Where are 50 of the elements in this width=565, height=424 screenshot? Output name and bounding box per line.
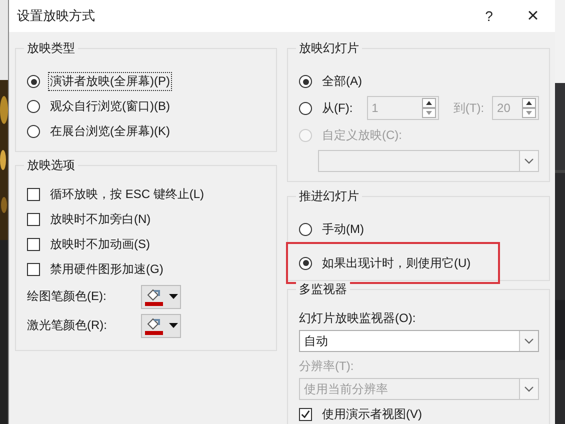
radio-label: 全部(A)	[321, 73, 363, 90]
radio-button[interactable]	[299, 223, 312, 236]
radio-label: 观众自行浏览(窗口)(B)	[49, 98, 171, 115]
checkbox[interactable]	[27, 263, 40, 276]
caret-icon	[169, 323, 178, 328]
radio-label: 在展台浏览(全屏幕)(K)	[49, 123, 171, 140]
radio-label: 从(F):	[321, 100, 354, 116]
chevron-down-icon	[524, 338, 534, 344]
pen-color-label: 激光笔颜色(R):	[27, 317, 108, 334]
checkbox[interactable]	[27, 213, 40, 226]
radio-button[interactable]	[27, 100, 40, 113]
group-title: 放映类型	[24, 40, 78, 56]
field-label: 幻灯片放映监视器(O):	[299, 310, 417, 327]
radio-button[interactable]	[27, 75, 40, 88]
color-button[interactable]	[141, 314, 181, 338]
chevron-down-icon	[524, 386, 534, 392]
dropdown[interactable]: 自动	[299, 330, 539, 352]
checkbox[interactable]	[27, 188, 40, 201]
group-title: 放映选项	[24, 157, 78, 173]
radio-label: 演讲者放映(全屏幕)(P)	[48, 72, 172, 91]
radio-button[interactable]	[299, 75, 312, 88]
caret-icon	[169, 294, 178, 299]
paint-bucket-icon	[144, 288, 164, 306]
group-title: 多监视器	[296, 281, 350, 297]
close-button[interactable]: ×	[511, 0, 555, 32]
checkbox-label: 放映时不加旁白(N)	[49, 211, 152, 228]
checkbox-label: 循环放映，按 ESC 键终止(L)	[49, 186, 206, 203]
help-button[interactable]: ?	[467, 0, 511, 32]
radio-button[interactable]	[299, 102, 312, 114]
group-title: 推进幻灯片	[296, 188, 362, 204]
checkbox-label: 禁用硬件图形加速(G)	[49, 261, 164, 278]
spin-arrows-icon	[422, 98, 436, 118]
checkbox-label: 放映时不加动画(S)	[49, 236, 151, 253]
paint-bucket-icon	[144, 316, 164, 334]
window-title: 设置放映方式	[17, 7, 96, 25]
group-title: 放映幻灯片	[296, 40, 362, 56]
pen-color-label: 绘图笔颜色(E):	[27, 288, 108, 305]
spin-arrows-icon	[522, 98, 536, 118]
checkbox-label: 使用演示者视图(V)	[321, 406, 423, 422]
chevron-down-icon	[524, 158, 534, 164]
field-label: 到(T):	[452, 100, 486, 116]
field-label: 分辨率(T):	[299, 358, 355, 375]
checkbox[interactable]	[299, 408, 312, 420]
radio-label: 自定义放映(C):	[321, 126, 403, 144]
radio-label: 手动(M)	[321, 221, 365, 238]
radio-label: 如果出现计时，则使用它(U)	[321, 254, 472, 272]
color-button[interactable]	[141, 284, 181, 308]
radio-button[interactable]	[299, 256, 312, 270]
radio-button[interactable]	[27, 125, 40, 138]
checkbox[interactable]	[27, 238, 40, 251]
